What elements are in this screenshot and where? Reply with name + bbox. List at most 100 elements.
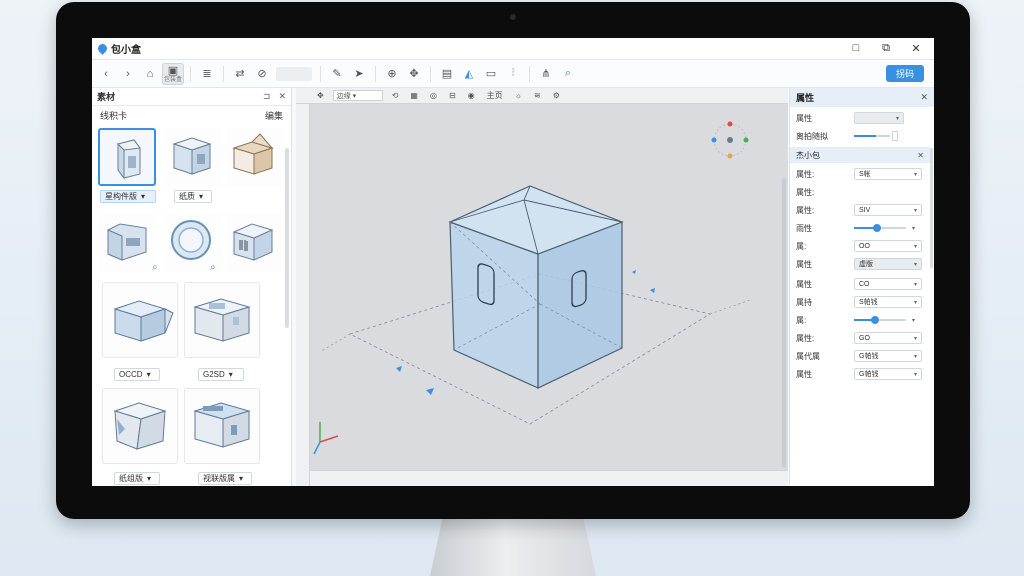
property-select[interactable]: SIV ▾: [854, 204, 922, 216]
edit-link[interactable]: 编集: [265, 109, 283, 122]
layout-icon[interactable]: ▣ 包装盒: [162, 62, 184, 85]
material-thumb-box-open[interactable]: [164, 128, 222, 186]
viewport-canvas[interactable]: [310, 104, 780, 470]
3d-viewport[interactable]: ✥ 边缘 ▾ ⟲ ▦ ◎ ⊟ ◉ 主页 ☼ ≋ ⚙: [296, 88, 788, 486]
window-controls: □ ⧉ ✕: [850, 42, 922, 55]
rotate-icon[interactable]: ⟲: [389, 91, 402, 100]
property-row: 属性:: [796, 187, 815, 197]
pin-icon[interactable]: ⊐: [263, 91, 271, 102]
category-label: 线积卡: [100, 110, 128, 121]
material-dropdown[interactable]: 纸组版 ▾: [114, 472, 160, 485]
property-select[interactable]: 虚版 ▾: [854, 258, 922, 270]
property-select[interactable]: GO ▾: [854, 332, 922, 344]
material-thumb-printed-box[interactable]: [184, 388, 260, 464]
tree-icon[interactable]: ⋔: [536, 64, 556, 84]
chart-icon[interactable]: ⫶: [503, 64, 523, 84]
property-select[interactable]: ▾: [854, 112, 904, 124]
property-slider[interactable]: [854, 135, 890, 137]
camera-dot: [510, 14, 516, 20]
chevron-down-icon: ▾: [913, 261, 917, 268]
camera-icon[interactable]: ◎: [427, 91, 440, 100]
chevron-down-icon: ▾: [913, 207, 917, 214]
materials-subheader: 线积卡 编集: [92, 106, 291, 124]
move-icon[interactable]: ✥: [404, 64, 424, 84]
apple-logo-icon: [504, 490, 520, 508]
property-select[interactable]: G帕钱 ▾: [854, 350, 922, 362]
material-thumb-kraft-box[interactable]: [226, 128, 284, 186]
property-select[interactable]: CO ▾: [854, 278, 922, 290]
stack-icon[interactable]: ≣: [197, 64, 217, 84]
toolbar-divider: [529, 65, 530, 82]
search-icon[interactable]: ⌕: [558, 64, 578, 84]
toolbar-divider: [190, 65, 191, 82]
layers-icon[interactable]: ≋: [531, 91, 544, 100]
material-dropdown[interactable]: 视联版属 ▾: [198, 472, 252, 485]
home-view-icon[interactable]: 主页: [484, 90, 506, 101]
cursor-icon[interactable]: ➤: [349, 64, 369, 84]
main-toolbar: ‹ › ⌂ ▣ 包装盒 ≣ ⇄ ⊘ ✎ ➤ ⊕ ✥ ▤ ◭ ▭ ⫶ ⋔ ⌕ 拐码: [92, 60, 934, 88]
pen-icon[interactable]: ✎: [327, 64, 347, 84]
slider-handle[interactable]: [892, 131, 898, 141]
hand-icon[interactable]: ✥: [314, 91, 327, 100]
section-header[interactable]: 杰小包 ✕: [790, 147, 930, 163]
materials-panel-header: 素材 ⊐ ✕: [92, 88, 291, 106]
property-select[interactable]: S帕钱 ▾: [854, 296, 922, 308]
property-select[interactable]: OO ▾: [854, 240, 922, 252]
zoom-icon[interactable]: ⌕: [152, 262, 158, 273]
material-thumb-barcode-box[interactable]: [226, 214, 284, 272]
properties-scrollbar[interactable]: [930, 148, 933, 268]
sun-icon[interactable]: ☼: [512, 91, 525, 100]
material-dropdown[interactable]: OCCD ▾: [114, 368, 160, 381]
chevron-down-icon: ▾: [228, 370, 233, 379]
material-thumb-pillow-box[interactable]: [102, 388, 178, 464]
toolbar-divider: [375, 65, 376, 82]
property-row: 离拍随拟: [790, 127, 930, 145]
folder-icon[interactable]: ▭: [481, 64, 501, 84]
properties-header: 属性 ✕: [790, 88, 934, 107]
home-icon[interactable]: ⌂: [140, 64, 160, 84]
material-dropdown[interactable]: G2SD ▾: [198, 368, 244, 381]
property-slider[interactable]: [854, 224, 906, 232]
material-thumb-rounded-box[interactable]: [98, 214, 156, 272]
chevron-down-icon: ▾: [913, 371, 917, 378]
material-thumb-labeled-box[interactable]: [184, 282, 260, 358]
properties-title: 属性: [796, 93, 815, 103]
close-icon[interactable]: ✕: [910, 42, 922, 55]
doc-icon[interactable]: ▤: [437, 64, 457, 84]
toolbar-divider: [430, 65, 431, 82]
property-row: 属代属 G帕钱 ▾: [790, 347, 930, 365]
orientation-gizmo: [711, 121, 749, 159]
person-icon[interactable]: ◭: [459, 64, 479, 84]
property-select[interactable]: G帕钱 ▾: [854, 368, 922, 380]
globe-icon[interactable]: ⊕: [382, 64, 402, 84]
material-thumb-tray[interactable]: [102, 282, 178, 358]
app-title: 包小盒: [111, 45, 141, 56]
material-dropdown[interactable]: 星构件版 ▾: [100, 190, 156, 203]
property-row: 属性 虚版 ▾: [790, 255, 930, 273]
chevron-right-icon[interactable]: ›: [118, 64, 138, 84]
property-row: 属持 S帕钱 ▾: [790, 293, 930, 311]
arrows-icon[interactable]: ⇄: [230, 64, 250, 84]
close-icon[interactable]: ✕: [278, 91, 286, 102]
measure-icon[interactable]: ⊟: [446, 91, 459, 100]
light-icon[interactable]: ◉: [465, 91, 478, 100]
toolbar-field[interactable]: [276, 66, 312, 81]
chevron-left-icon[interactable]: ‹: [96, 64, 116, 84]
maximize-icon[interactable]: □: [850, 42, 862, 55]
toolbar-divider: [320, 65, 321, 82]
property-select[interactable]: S帐 ▾: [854, 168, 922, 180]
primary-action-button[interactable]: 拐码: [886, 65, 924, 82]
restore-icon[interactable]: ⧉: [880, 42, 892, 55]
close-icon[interactable]: ✕: [917, 151, 924, 160]
material-thumb-carton[interactable]: [98, 128, 156, 186]
materials-scrollbar[interactable]: [285, 148, 289, 328]
settings-icon[interactable]: ⚙: [550, 91, 563, 100]
grid-icon[interactable]: ▦: [407, 91, 421, 100]
property-slider[interactable]: [854, 316, 906, 324]
link-icon[interactable]: ⊘: [252, 64, 272, 84]
close-icon[interactable]: ✕: [920, 92, 928, 103]
view-mode-select[interactable]: 边缘 ▾: [332, 90, 383, 101]
zoom-icon[interactable]: ⌕: [210, 262, 216, 273]
material-dropdown[interactable]: 纸质 ▾: [174, 190, 212, 203]
viewport-scrollbar[interactable]: [782, 178, 786, 468]
